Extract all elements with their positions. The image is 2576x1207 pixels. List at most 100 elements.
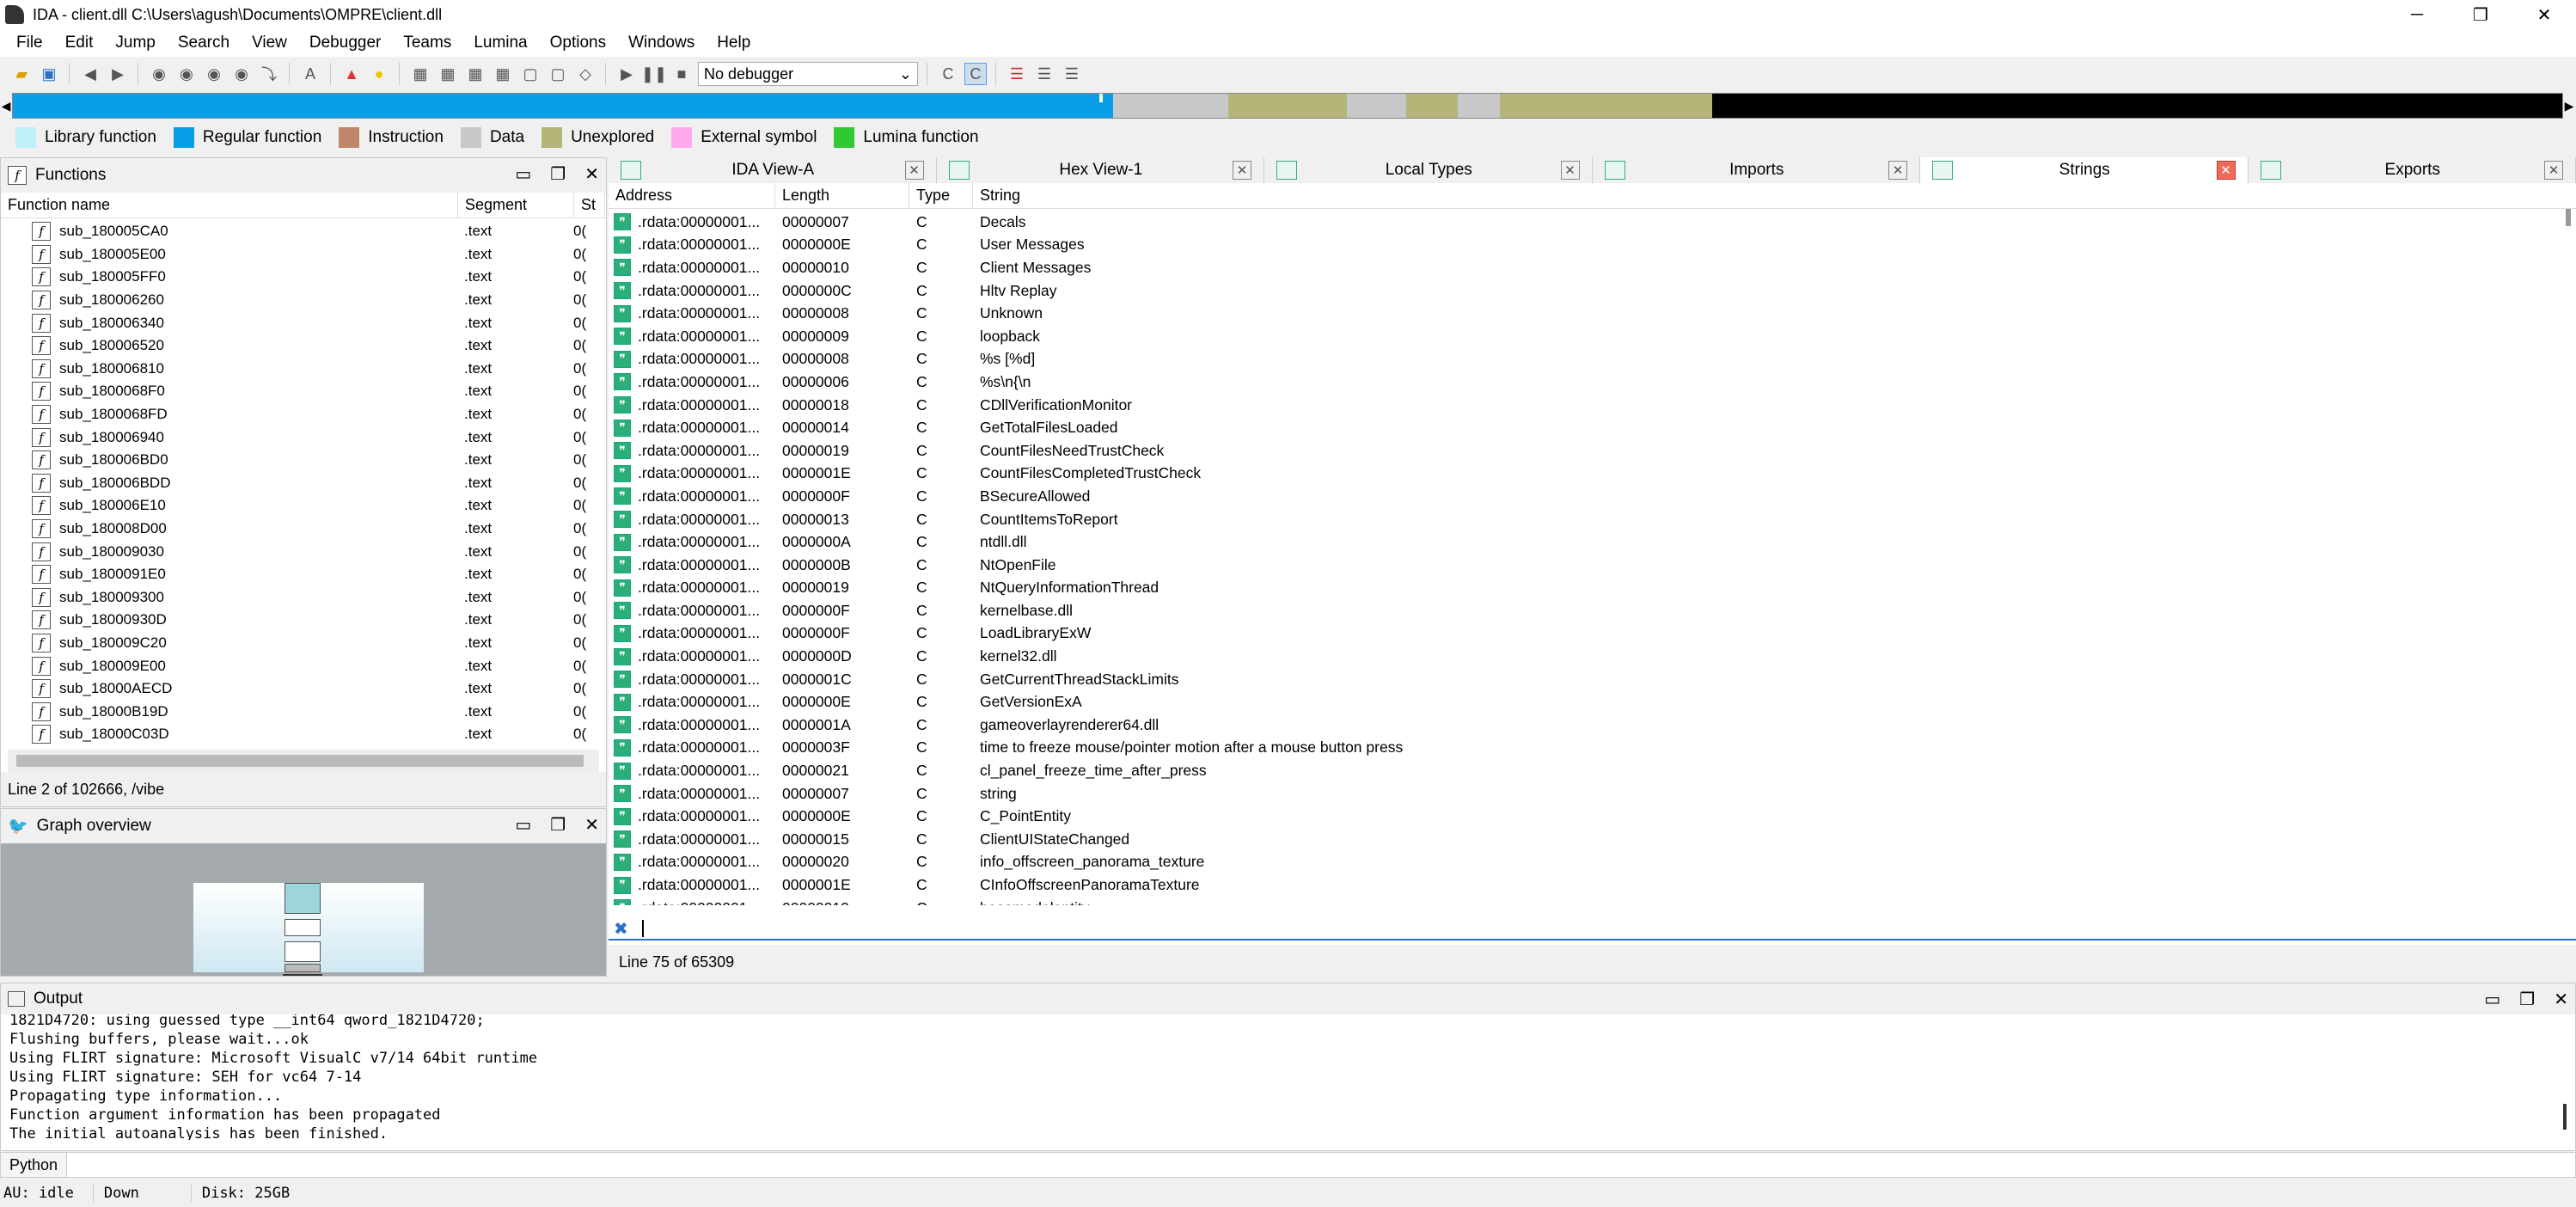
close-window-button[interactable]: ✕ <box>2512 0 2576 29</box>
close-tab-icon[interactable]: ✕ <box>1560 161 1580 180</box>
menu-debugger[interactable]: Debugger <box>298 34 392 52</box>
menu-search[interactable]: Search <box>167 34 241 52</box>
function-row[interactable]: f sub_1800068F0 .text 0( <box>1 380 606 403</box>
restore-icon[interactable]: ❐ <box>550 814 566 836</box>
col-address[interactable]: Address <box>609 183 775 208</box>
function-row[interactable]: f sub_180009C20 .text 0( <box>1 632 606 655</box>
string-row[interactable]: ❞ .rdata:00000001... 0000000C C Hltv Replay <box>609 279 2576 303</box>
string-row[interactable]: ❞ .rdata:00000001... 0000000E C GetVersionEx… <box>609 690 2576 714</box>
function-row[interactable]: f sub_180005E00 .text 0( <box>1 243 606 267</box>
menu-jump[interactable]: Jump <box>104 34 166 52</box>
string-row[interactable]: ❞ .rdata:00000001... 0000000F Ckernelbase.d… <box>609 599 2576 622</box>
tool-icon-4[interactable]: ▦ <box>492 63 514 85</box>
string-row[interactable]: ❞ .rdata:00000001... 00000010Cbasemodelent… <box>609 897 2576 905</box>
function-row[interactable]: f sub_180009300 .text 0( <box>1 586 606 610</box>
menu-edit[interactable]: Edit <box>54 34 105 52</box>
function-row[interactable]: f sub_1800068FD .text 0( <box>1 403 606 426</box>
tab-hex-view-1[interactable]: Hex View-1 ✕ <box>937 157 1264 183</box>
string-row[interactable]: ❞ .rdata:00000001... 00000006 C %s\n{\n <box>609 371 2576 394</box>
menu-teams[interactable]: Teams <box>392 34 462 52</box>
menu-options[interactable]: Options <box>539 34 617 52</box>
string-row[interactable]: ❞ .rdata:00000001... 0000001E C CountFilesCo… <box>609 463 2576 486</box>
close-tab-icon[interactable]: ✕ <box>1888 161 1907 180</box>
navigation-band[interactable] <box>12 93 2563 119</box>
nav-right-arrow-icon[interactable]: ▶ <box>2563 93 2575 119</box>
function-row[interactable]: f sub_180006520 .text 0( <box>1 334 606 358</box>
function-row[interactable]: f sub_180009030 .text 0( <box>1 540 606 563</box>
string-row[interactable]: ❞ .rdata:00000001... 0000001C C GetCurrentTh… <box>609 668 2576 691</box>
function-row[interactable]: f sub_180005FF0 .text 0( <box>1 266 606 289</box>
string-row[interactable]: ❞ .rdata:00000001... 00000008 C %s [%d] <box>609 348 2576 371</box>
output-scrollbar[interactable] <box>2563 1104 2567 1130</box>
save-icon[interactable]: ▣ <box>38 63 60 85</box>
restore-icon[interactable]: ❐ <box>550 163 566 185</box>
graph-canvas[interactable] <box>1 843 606 976</box>
col-start[interactable]: St <box>574 193 605 218</box>
float-icon[interactable]: ▭ <box>515 814 531 836</box>
tab-local-types[interactable]: Local Types ✕ <box>1264 157 1593 183</box>
nav-icon-4[interactable]: ◉ <box>230 63 253 85</box>
command-input[interactable] <box>67 1153 2575 1177</box>
circle-icon[interactable]: ● <box>368 63 390 85</box>
c-active-icon[interactable]: C <box>964 63 987 85</box>
menu-file[interactable]: File <box>5 34 54 52</box>
string-row[interactable]: ❞ .rdata:00000001... 0000000F C BSecureAllow… <box>609 485 2576 508</box>
col-segment[interactable]: Segment <box>458 193 574 218</box>
tool-icon-7[interactable]: ◇ <box>574 63 597 85</box>
close-panel-icon[interactable]: ✕ <box>584 814 599 836</box>
string-row[interactable]: ❞ .rdata:00000001... 0000000F C LoadLibraryE… <box>609 622 2576 646</box>
back-icon[interactable]: ◀ <box>79 63 101 85</box>
col-length[interactable]: Length <box>775 183 909 208</box>
nav-icon-3[interactable]: ◉ <box>203 63 225 85</box>
function-row[interactable]: f sub_180006940 .text 0( <box>1 426 606 449</box>
function-row[interactable]: f sub_180006BDD .text 0( <box>1 472 606 495</box>
menu-lumina[interactable]: Lumina <box>462 34 538 52</box>
function-row[interactable]: f sub_18000C03D .text 0( <box>1 723 606 746</box>
menu-windows[interactable]: Windows <box>617 34 706 52</box>
tool-icon-3[interactable]: ▦ <box>464 63 486 85</box>
float-icon[interactable]: ▭ <box>2484 989 2500 1010</box>
close-tab-icon[interactable]: ✕ <box>2544 161 2563 180</box>
string-row[interactable]: ❞ .rdata:00000001... 00000007 Cstring <box>609 782 2576 806</box>
string-row[interactable]: ❞ .rdata:00000001... 00000018 C CDllVerifica… <box>609 394 2576 417</box>
string-row[interactable]: ❞ .rdata:00000001... 00000014 C GetTotalFile… <box>609 416 2576 439</box>
tab-exports[interactable]: Exports ✕ <box>2249 157 2576 183</box>
function-row[interactable]: f sub_180006810 .text 0( <box>1 358 606 381</box>
minimize-button[interactable]: ─ <box>2385 0 2449 29</box>
function-row[interactable]: f sub_180006340 .text 0( <box>1 311 606 334</box>
close-tab-icon[interactable]: ✕ <box>1233 161 1251 180</box>
string-row[interactable]: ❞ .rdata:00000001... 00000009 Cloopback <box>609 325 2576 348</box>
string-row[interactable]: ❞ .rdata:00000001... 0000003F Ctime to free… <box>609 737 2576 760</box>
function-row[interactable]: f sub_18000B19D .text 0( <box>1 700 606 723</box>
string-row[interactable]: ❞ .rdata:00000001... 0000001E C CInfoOffscre… <box>609 873 2576 897</box>
float-icon[interactable]: ▭ <box>515 163 531 185</box>
tab-ida-view-a[interactable]: IDA View-A ✕ <box>609 157 937 183</box>
tool-icon-5[interactable]: ▢ <box>519 63 542 85</box>
menu-help[interactable]: Help <box>706 34 762 52</box>
close-tab-icon[interactable]: ✕ <box>904 161 924 180</box>
function-row[interactable]: f sub_18000AECD .text 0( <box>1 677 606 701</box>
string-row[interactable]: ❞ .rdata:00000001... 00000021 Ccl_panel_fre… <box>609 759 2576 782</box>
restore-icon[interactable]: ❐ <box>2519 989 2535 1010</box>
language-button[interactable]: Python <box>1 1153 68 1177</box>
debugger-select[interactable]: No debugger ⌄ <box>698 62 918 86</box>
string-row[interactable]: ❞ .rdata:00000001... 00000020 Cinfo_offscre… <box>609 851 2576 874</box>
string-row[interactable]: ❞ .rdata:00000001... 00000010 C Client Messa… <box>609 256 2576 279</box>
tool-icon-2[interactable]: ▦ <box>437 63 459 85</box>
string-row[interactable]: ❞ .rdata:00000001... 0000000E C User Message… <box>609 234 2576 257</box>
string-row[interactable]: ❞ .rdata:00000001... 00000007 C Decals <box>609 211 2576 234</box>
string-row[interactable]: ❞ .rdata:00000001... 00000019 C NtQueryInfor… <box>609 577 2576 600</box>
col-type[interactable]: Type <box>909 183 973 208</box>
list-icon-3[interactable]: ☰ <box>1061 63 1083 85</box>
function-row[interactable]: f sub_180009E00 .text 0( <box>1 654 606 677</box>
nav-icon-1[interactable]: ◉ <box>148 63 170 85</box>
list-icon-2[interactable]: ☰ <box>1033 63 1055 85</box>
functions-hscrollbar[interactable] <box>8 750 599 772</box>
forward-icon[interactable]: ▶ <box>107 63 129 85</box>
c-icon[interactable]: C <box>937 63 959 85</box>
stop-icon[interactable]: ■ <box>670 63 693 85</box>
play-icon[interactable]: ▶ <box>615 63 638 85</box>
open-icon[interactable]: ▰ <box>10 63 33 85</box>
pause-icon[interactable]: ❚❚ <box>641 63 667 85</box>
strings-scrollbar[interactable] <box>2566 209 2571 226</box>
